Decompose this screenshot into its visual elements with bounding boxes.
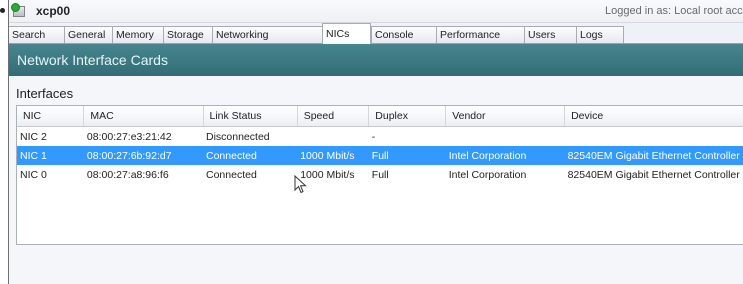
section-title: Interfaces xyxy=(16,86,74,101)
table-header-row: NIC MAC Link Status Speed Duplex Vendor … xyxy=(17,106,743,127)
column-header-vendor[interactable]: Vendor xyxy=(445,106,566,127)
tab-performance[interactable]: Performance xyxy=(436,26,524,43)
table-row[interactable]: NIC 2 08:00:27:e3:21:42 Disconnected - xyxy=(17,127,743,147)
mouse-pointer-icon xyxy=(294,175,307,194)
tab-logs[interactable]: Logs xyxy=(576,26,624,43)
table-row[interactable]: NIC 0 08:00:27:a8:96:f6 Connected 1000 M… xyxy=(17,165,743,184)
interfaces-table-container: NIC MAC Link Status Speed Duplex Vendor … xyxy=(16,105,743,245)
tab-storage[interactable]: Storage xyxy=(163,26,212,43)
column-header-link-status[interactable]: Link Status xyxy=(203,106,298,127)
cell-nic: NIC 0 xyxy=(20,168,47,181)
cell-link-status: Connected xyxy=(206,168,257,181)
cell-vendor xyxy=(446,127,565,147)
cell-speed: 1000 Mbit/s xyxy=(297,146,369,165)
cell-link-status: Connected xyxy=(203,146,298,165)
tab-console[interactable]: Console xyxy=(371,26,436,43)
cell-duplex: Full xyxy=(371,168,389,181)
cell-mac: 08:00:27:a8:96:f6 xyxy=(86,168,169,181)
cell-speed xyxy=(297,127,369,147)
tab-nics[interactable]: NICs xyxy=(322,23,371,44)
nics-panel: Interfaces NIC MAC Link Status Speed Dup… xyxy=(9,76,743,282)
cell-device xyxy=(565,127,743,147)
column-header-duplex[interactable]: Duplex xyxy=(368,106,447,127)
column-header-nic[interactable]: NIC xyxy=(17,106,85,127)
column-header-mac[interactable]: MAC xyxy=(83,106,204,127)
cell-device: 82540EM Gigabit Ethernet Controller xyxy=(567,168,740,181)
cell-mac: 08:00:27:e3:21:42 xyxy=(86,130,172,143)
list-bullet xyxy=(0,8,5,13)
tab-general[interactable]: General xyxy=(64,26,112,43)
table-row-selected[interactable]: NIC 1 08:00:27:6b:92:d7 Connected 1000 M… xyxy=(17,146,743,165)
tab-search[interactable]: Search xyxy=(9,26,64,43)
tab-networking[interactable]: Networking xyxy=(212,26,322,43)
cell-nic: NIC 2 xyxy=(20,130,47,143)
tab-memory[interactable]: Memory xyxy=(112,26,163,43)
server-title-bar: xcp00 Logged in as: Local root account xyxy=(9,0,743,23)
tab-strip: Search General Memory Storage Networking… xyxy=(9,23,743,44)
cell-vendor: Intel Corporation xyxy=(448,168,527,181)
logged-in-label: Logged in as: Local root account xyxy=(604,5,743,17)
page-header: Network Interface Cards xyxy=(9,44,743,76)
column-header-speed[interactable]: Speed xyxy=(297,106,370,127)
column-header-device[interactable]: Device xyxy=(564,106,743,127)
cell-duplex: Full xyxy=(368,146,446,165)
cell-mac: 08:00:27:6b:92:d7 xyxy=(83,146,203,165)
xencenter-window: xcp00 Logged in as: Local root account S… xyxy=(8,0,743,284)
cell-nic: NIC 1 xyxy=(17,146,84,165)
cell-device: 82540EM Gigabit Ethernet Controller xyxy=(564,146,743,165)
server-status-icon xyxy=(11,3,27,18)
cell-link-status: Disconnected xyxy=(206,130,270,143)
cell-duplex: - xyxy=(371,130,376,143)
cell-vendor: Intel Corporation xyxy=(445,146,565,165)
tab-users[interactable]: Users xyxy=(524,26,576,43)
interfaces-table: NIC MAC Link Status Speed Duplex Vendor … xyxy=(17,106,743,184)
server-name: xcp00 xyxy=(36,4,71,18)
